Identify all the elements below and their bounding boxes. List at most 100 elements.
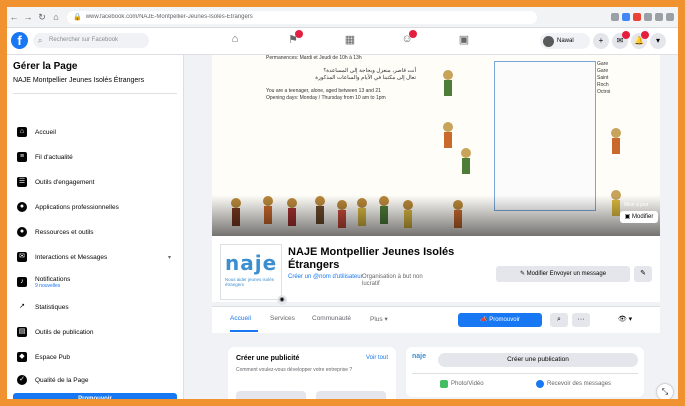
sidebar-item-label: Ressources et outils — [35, 228, 94, 236]
sidebar-item-ads[interactable]: ◆ Espace Pub — [11, 346, 179, 368]
promote-tab-button[interactable]: 📣 Promouvoir — [458, 313, 542, 327]
nav-groups-icon[interactable]: ☺ — [397, 30, 417, 49]
url-text: www.facebook.com/NAJE-Montpellier-Jeunes… — [85, 14, 253, 20]
page-management-sidebar: Gérer la Page NAJE Montpellier Jeunes Is… — [7, 55, 184, 399]
screenshot-frame: ← → ↻ ⌂ 🔒 www.facebook.com/NAJE-Montpell… — [0, 0, 685, 406]
notification-badge — [409, 30, 417, 38]
see-all-link[interactable]: Voir tout — [366, 355, 388, 361]
insights-icon: ↗ — [17, 302, 27, 312]
tab-services[interactable]: Services — [270, 315, 295, 322]
edit-send-message-label: Modifier Envoyer un message — [526, 271, 607, 277]
page-header: naje Nous aider jeunes isolés étrangers … — [212, 236, 660, 305]
facebook-header: f ⌕ Rechercher sur Facebook ⌂ ⚑ ▦ ☺ ▣ Na… — [7, 28, 678, 55]
tab-community[interactable]: Communauté — [312, 315, 351, 322]
nav-marketplace-icon[interactable]: ▦ — [340, 33, 360, 49]
reload-icon[interactable]: ↻ — [35, 12, 49, 23]
ad-thumbnail[interactable] — [236, 391, 306, 399]
active-tab-indicator — [230, 330, 258, 332]
forward-icon[interactable]: → — [21, 12, 35, 22]
back-icon[interactable]: ← — [7, 12, 21, 22]
inbox-icon: ✉ — [17, 252, 27, 262]
notification-badge — [641, 31, 649, 39]
notifications-icon[interactable]: 🔔 — [631, 31, 649, 49]
profile-shortcut[interactable]: Nawal — [540, 33, 590, 49]
tab-home[interactable]: Accueil — [230, 315, 251, 322]
browser-toolbar: ← → ↻ ⌂ 🔒 www.facebook.com/NAJE-Montpell… — [7, 7, 678, 28]
nav-pages-icon[interactable]: ⚑ — [283, 30, 303, 49]
sidebar-item-inbox[interactable]: ✉ Interactions et Messages ▾ — [11, 246, 179, 268]
more-icon[interactable]: ··· — [572, 313, 590, 327]
pencil-icon: ✎ — [519, 271, 527, 277]
sidebar-page-name[interactable]: NAJE Montpellier Jeunes Isolés Étrangers — [13, 77, 144, 84]
camera-icon: ▣ — [624, 214, 632, 220]
expand-icon[interactable]: ⤡ — [657, 384, 673, 399]
extension-icon[interactable] — [611, 13, 619, 21]
user-name: Nawal — [557, 38, 574, 44]
photo-video-button[interactable]: Photo/Vidéo — [440, 380, 484, 388]
sidebar-item-home[interactable]: ⌂ Accueil — [11, 121, 179, 143]
sidebar-item-engagement[interactable]: ☰ Outils d'engagement — [11, 171, 179, 193]
sidebar-item-insights[interactable]: ↗ Statistiques — [11, 296, 179, 318]
edit-send-message-button[interactable]: ✎ Modifier Envoyer un message — [496, 266, 630, 282]
extension-icon[interactable] — [644, 13, 652, 21]
cover-english-text: Opening days: Monday / Thursday from 10 … — [266, 95, 386, 101]
page-avatar: naje — [412, 353, 427, 360]
sidebar-item-notifications[interactable]: ♪ Notifications 9 nouvelles — [11, 271, 179, 293]
edit-pencil-button[interactable]: ✎ — [634, 266, 652, 282]
sidebar-item-apps[interactable]: ● Applications professionnelles — [11, 196, 179, 218]
extension-bar — [611, 13, 678, 21]
nav-home-icon[interactable]: ⌂ — [225, 33, 245, 49]
sidebar-item-label: Outils de publication — [35, 328, 94, 336]
messenger-icon[interactable]: ✉ — [612, 31, 630, 49]
extension-icon[interactable] — [655, 13, 663, 21]
extension-icon[interactable] — [622, 13, 630, 21]
create-ad-title: Créer une publicité — [236, 355, 300, 362]
extension-icon[interactable] — [633, 13, 641, 21]
sidebar-item-label-wrap: Notifications 9 nouvelles — [35, 276, 70, 289]
engagement-icon: ☰ — [17, 177, 27, 187]
notification-badge — [295, 30, 303, 38]
create-post-button[interactable]: Créer une publication — [438, 353, 638, 367]
create-ad-description: Comment voulez-vous développer votre ent… — [236, 367, 353, 373]
publishing-icon: ▤ — [17, 327, 27, 337]
search-input[interactable]: ⌕ Rechercher sur Facebook — [33, 33, 149, 48]
naje-logo-tagline: Nous aider jeunes isolés étrangers — [225, 277, 275, 287]
create-username-link[interactable]: Créer un @nom d'utilisateur — [288, 274, 363, 280]
home-browser-icon[interactable]: ⌂ — [49, 12, 63, 22]
tab-more[interactable]: Plus ▾ — [370, 315, 388, 323]
naje-logo: naje — [225, 251, 278, 275]
page-tabs: Accueil Services Communauté Plus ▾ 📣 Pro… — [212, 306, 660, 333]
notification-count: 9 nouvelles — [35, 282, 61, 289]
get-messages-button[interactable]: Recevoir des messages — [536, 380, 611, 388]
facebook-logo[interactable]: f — [11, 32, 28, 49]
camera-icon[interactable]: ◉ — [277, 295, 287, 305]
nav-gaming-icon[interactable]: ▣ — [454, 33, 474, 49]
ad-thumbnail[interactable] — [316, 391, 386, 399]
sidebar-item-label: Statistiques — [35, 303, 69, 311]
home-icon: ⌂ — [17, 127, 27, 137]
page-main-area: Permanences: Mardi et Jeudi de 10h à 13h… — [184, 55, 678, 399]
edit-cover-button[interactable]: ▣ Modifier — [620, 211, 658, 223]
photo-video-label: Photo/Vidéo — [451, 381, 484, 387]
sidebar-item-news-feed[interactable]: ≡ Fil d'actualité — [11, 146, 179, 168]
promote-button[interactable]: Promouvoir — [13, 393, 177, 399]
view-as-button[interactable]: 👁 ▾ — [610, 313, 640, 327]
lock-icon: 🔒 — [73, 14, 82, 21]
cover-french-text: Permanences: Mardi et Jeudi de 10h à 13h — [266, 55, 362, 61]
sidebar-item-label: Accueil — [35, 128, 56, 136]
account-menu-icon[interactable]: ▾ — [650, 33, 666, 49]
create-icon[interactable]: + — [593, 33, 609, 49]
search-icon[interactable]: ⌕ — [550, 313, 568, 327]
menu-icon[interactable] — [666, 13, 674, 21]
sidebar-item-resources[interactable]: ● Ressources et outils — [11, 221, 179, 243]
chevron-down-icon: ▾ — [167, 254, 171, 261]
news-feed-icon: ≡ — [17, 152, 27, 162]
sidebar-item-label: Fil d'actualité — [35, 153, 73, 161]
photo-icon — [440, 380, 448, 388]
sidebar-item-publishing[interactable]: ▤ Outils de publication — [11, 321, 179, 343]
sidebar-item-label: Applications professionnelles — [35, 203, 119, 211]
address-bar[interactable]: 🔒 www.facebook.com/NAJE-Montpellier-Jeun… — [67, 10, 537, 24]
page-profile-picture[interactable]: naje Nous aider jeunes isolés étrangers … — [220, 244, 287, 305]
sidebar-title: Gérer la Page — [13, 61, 78, 72]
sidebar-item-quality[interactable]: ✓ Qualité de la Page — [11, 369, 179, 391]
